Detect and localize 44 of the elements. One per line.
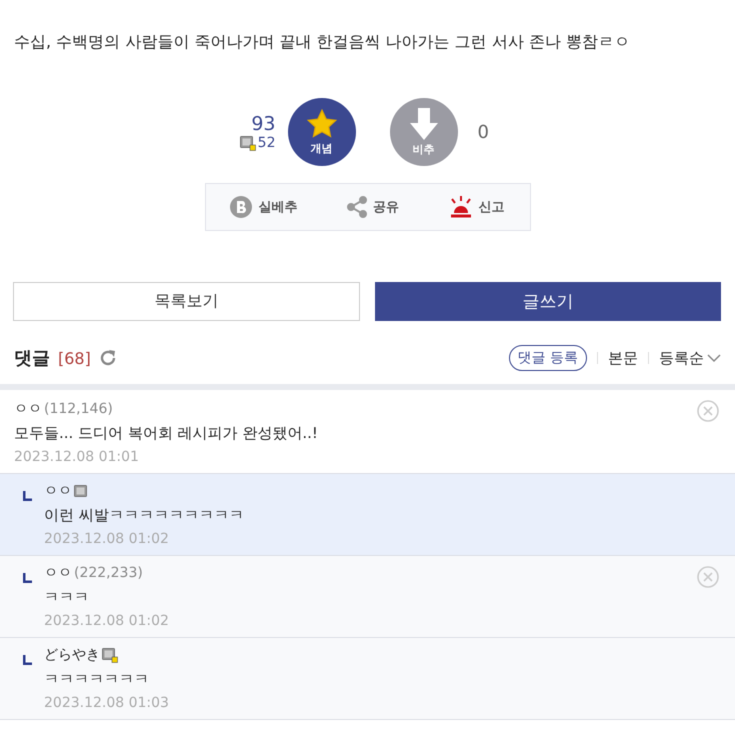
refresh-icon[interactable] <box>98 349 117 367</box>
nickname: ㅇㅇ <box>44 482 72 500</box>
reply-icon <box>22 491 32 501</box>
siren-icon <box>448 196 473 218</box>
post-text: 수십, 수백명의 사람들이 죽어나가며 끝내 한걸음씩 나아가는 그런 서사 존나 뽕참ㄹㅇ <box>13 31 631 53</box>
chevron-down-icon <box>707 354 721 362</box>
sort-dropdown[interactable]: 등록순 <box>659 348 721 368</box>
ip-address: (222,233) <box>74 565 143 581</box>
upvote-count: 93 <box>251 113 276 135</box>
delete-button[interactable] <box>697 400 719 422</box>
share-icon <box>346 196 367 218</box>
comment-text: ㅋㅋㅋ <box>44 588 90 607</box>
comment-count: [68] <box>58 348 91 368</box>
nickname: どらやき <box>44 646 100 664</box>
action-button[interactable]: 실베추 <box>230 196 298 218</box>
delete-icon <box>697 566 719 588</box>
comments-title: 댓글 <box>14 347 50 370</box>
comment-text: 이런 씨발ㅋㅋㅋㅋㅋㅋㅋㅋㅋ <box>44 506 244 525</box>
nickname: ㅇㅇ <box>44 564 72 582</box>
upvote-button[interactable]: 개념 <box>288 98 356 166</box>
register-comment-button[interactable]: 댓글 등록 <box>508 345 587 371</box>
comment-text: 모두들... 드디어 복어회 레시피가 완성됐어..! <box>14 424 318 443</box>
comment-date: 2023.12.08 01:02 <box>44 531 170 547</box>
write-button[interactable]: 글쓰기 <box>374 282 721 321</box>
action-button[interactable]: 공유 <box>346 196 399 218</box>
comment-date: 2023.12.08 01:03 <box>44 695 169 711</box>
nick-icon <box>240 136 256 150</box>
action-button[interactable]: 신고 <box>448 196 505 218</box>
star-icon <box>306 108 338 138</box>
downvote-count: 0 <box>478 122 490 142</box>
nickname: ㅇㅇ <box>14 400 42 418</box>
reply-icon <box>22 655 32 665</box>
delete-button[interactable] <box>697 566 719 588</box>
body-link[interactable]: 본문 <box>608 348 638 368</box>
ip-address: (112,146) <box>44 401 113 417</box>
comment-text: ㅋㅋㅋㅋㅋㅋㅋ <box>44 670 150 689</box>
fixed-upvote-count: 52 <box>258 135 276 151</box>
comment-date: 2023.12.08 01:01 <box>14 449 140 465</box>
list-button[interactable]: 목록보기 <box>13 282 360 321</box>
b-circle-icon <box>230 196 252 218</box>
reply-icon <box>22 573 32 583</box>
delete-icon <box>697 400 719 422</box>
down-arrow-icon <box>408 108 438 140</box>
comment-date: 2023.12.08 01:02 <box>44 613 169 629</box>
